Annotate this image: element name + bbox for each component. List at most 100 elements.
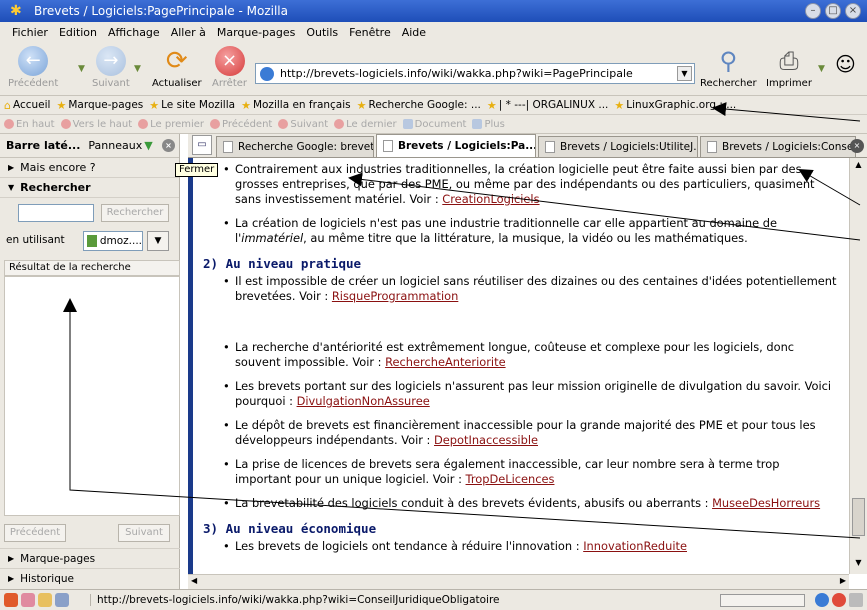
menu-marque-pages[interactable]: Marque-pages [217,26,295,39]
online-status-icon[interactable] [815,593,829,607]
link-document[interactable]: Document [402,119,466,130]
status-text: http://brevets-logiciels.info/wiki/wakka… [90,594,500,606]
minimize-icon[interactable]: – [805,3,821,19]
back-dropdown-icon[interactable]: ▼ [78,64,85,74]
scroll-up-icon[interactable]: ▲ [852,160,865,173]
sidebar-panel-history[interactable]: ▶ Historique [0,568,180,588]
back-button[interactable]: ← Précédent [8,46,58,89]
search-engine-select[interactable]: dmoz.... [83,231,143,251]
vertical-scroll-thumb[interactable] [852,498,865,536]
search-results-header: Résultat de la recherche [4,260,180,276]
menu-outils[interactable]: Outils [306,26,338,39]
new-tab-icon[interactable]: ▭ [192,135,212,155]
bookmark-site-mozilla[interactable]: ★ Le site Mozilla [149,99,235,112]
close-window-icon[interactable]: × [845,3,861,19]
bookmark-orgalinux[interactable]: ★ | * ---| ORGALINUX ... [487,99,609,112]
forward-dropdown-icon[interactable]: ▼ [134,64,141,74]
star-icon: ★ [614,98,625,112]
site-globe-icon [260,66,274,81]
menu-affichage[interactable]: Affichage [108,26,160,39]
url-bar[interactable]: http://brevets-logiciels.info/wiki/wakka… [255,63,695,84]
bookmark-accueil[interactable]: ⌂ Accueil [4,99,50,112]
sidebar-search-input[interactable] [18,204,94,222]
list-item: Contrairement aux industries traditionne… [223,162,839,207]
reload-button[interactable]: ⟳ Actualiser [152,46,202,89]
tab-utilite[interactable]: Brevets / Logiciels:UtiliteJ... [538,136,698,157]
link-suivant[interactable]: Suivant [278,119,328,130]
mail-icon[interactable] [21,593,35,607]
bookmark-recherche-google[interactable]: ★ Recherche Google: ... [357,99,481,112]
search-results-list[interactable] [4,276,180,516]
panels-menu[interactable]: Panneaux ▼ [88,139,152,152]
results-previous-button[interactable]: Précédent [4,524,66,542]
home-icon: ⌂ [4,98,11,112]
link-precedent[interactable]: Précédent [210,119,272,130]
magnifier-icon: ⚲ [719,47,738,75]
link-risque-programmation[interactable]: RisqueProgrammation [332,289,458,303]
link-le-premier[interactable]: Le premier [138,119,204,130]
vertical-scrollbar[interactable]: ▲ ▼ [849,158,867,574]
navigator-icon[interactable] [4,593,18,607]
sidebar-search-button[interactable]: Rechercher [101,204,169,222]
print-button[interactable]: ⎙ Imprimer [766,46,812,89]
link-le-dernier[interactable]: Le dernier [334,119,397,130]
menu-fichier[interactable]: Fichier [12,26,48,39]
forward-button[interactable]: → Suivant [92,46,130,89]
link-innovation-reduite[interactable]: InnovationReduite [583,539,687,553]
search-button[interactable]: ⚲ Rechercher [700,46,757,89]
link-divulgation[interactable]: DivulgationNonAssuree [297,394,430,408]
menu-fenetre[interactable]: Fenêtre [349,26,391,39]
bookmark-linuxgraphic[interactable]: ★ LinuxGraphic.org : ... [614,99,736,112]
section-heading-economique: 3) Au niveau économique [203,521,377,536]
scroll-down-icon[interactable]: ▼ [852,558,865,571]
list-item: La recherche d'antériorité est extrêmeme… [223,340,839,370]
panels-dropdown-icon: ▼ [144,139,153,152]
bookmark-marque-pages[interactable]: ★ Marque-pages [56,99,143,112]
stop-button[interactable]: × Arrêter [212,46,247,89]
print-dropdown-icon[interactable]: ▼ [818,64,825,74]
menu-aide[interactable]: Aide [402,26,426,39]
sidebar-panel-search[interactable]: ▼ Rechercher [0,178,179,198]
tab-page-principale[interactable]: Brevets / Logiciels:Pa... [376,134,536,157]
menu-aller-a[interactable]: Aller à [171,26,206,39]
document-icon [402,119,413,129]
link-creation-logiciels[interactable]: CreationLogiciels [442,192,539,206]
tab-conseil[interactable]: Brevets / Logiciels:Conse... [700,136,856,157]
section-heading-pratique: 2) Au niveau pratique [203,256,362,271]
menu-edition[interactable]: Edition [59,26,97,39]
sidebar-panel-bookmarks[interactable]: ▶ Marque-pages [0,548,180,568]
url-history-dropdown[interactable]: ▼ [677,66,692,81]
scroll-left-icon[interactable]: ◀ [191,576,197,585]
bookmarks-toolbar: ⌂ Accueil ★ Marque-pages ★ Le site Mozilla … [0,96,867,115]
bookmark-mozilla-francais[interactable]: ★ Mozilla en français [241,99,351,112]
list-item: La création de logiciels n'est pas une i… [223,216,839,246]
star-icon: ★ [356,98,367,112]
close-tab-tooltip: Fermer [175,163,219,177]
close-sidebar-icon[interactable]: × [162,139,175,152]
results-next-button[interactable]: Suivant [118,524,170,542]
link-depot-inaccessible[interactable]: DepotInaccessible [434,433,538,447]
close-tab-icon[interactable]: × [850,139,864,153]
page-content: Contrairement aux industries traditionne… [188,158,849,574]
link-musee-des-horreurs[interactable]: MuseeDesHorreurs [712,496,820,510]
sidebar-title: Barre laté... [6,139,81,152]
address-book-icon[interactable] [55,593,69,607]
composer-icon[interactable] [38,593,52,607]
link-recherche-anteriorite[interactable]: RechercheAnteriorite [385,355,505,369]
star-icon: ★ [486,98,497,112]
nav-dot-icon [278,119,289,129]
search-engine-dropdown[interactable]: ▼ [147,231,169,251]
tab-recherche-google[interactable]: Recherche Google: brevet... [216,136,374,157]
horizontal-scrollbar[interactable]: ◀ ▶ [188,574,849,589]
sidebar-panel-more[interactable]: ▶ Mais encore ? [0,158,179,178]
expanded-triangle-icon: ▼ [8,183,15,192]
scroll-right-icon[interactable]: ▶ [840,576,846,585]
reload-icon: ⟳ [165,46,188,76]
link-en-haut[interactable]: En haut [4,119,55,130]
back-arrow-icon: ← [18,46,49,76]
link-trop-de-licences[interactable]: TropDeLicences [466,472,555,486]
maximize-icon[interactable]: □ [825,3,841,19]
link-vers-le-haut[interactable]: Vers le haut [60,119,132,130]
security-icon [832,593,846,607]
link-plus[interactable]: Plus [472,119,505,130]
